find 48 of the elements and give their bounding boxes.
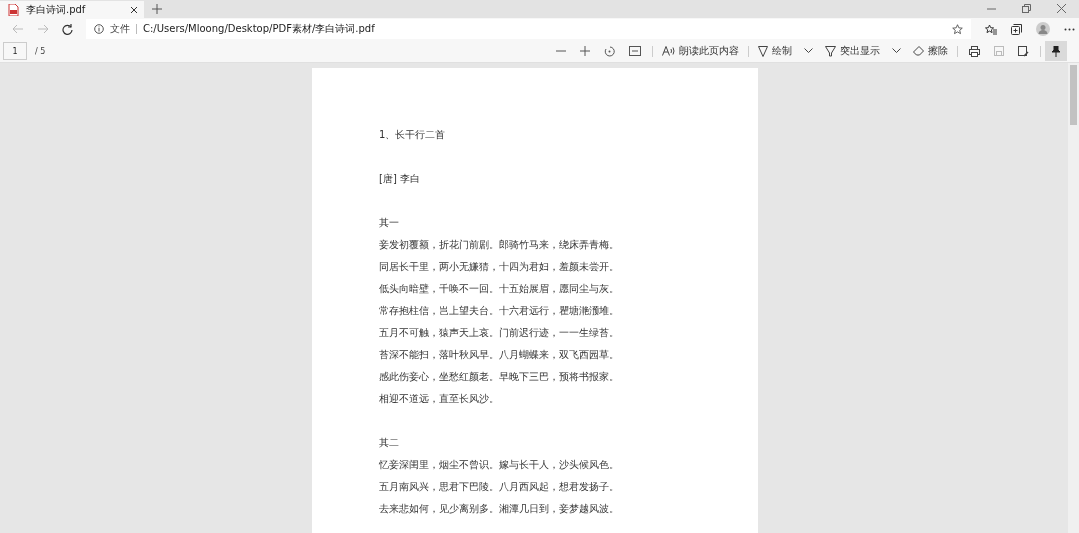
new-tab-icon[interactable] xyxy=(152,4,162,14)
poem-line: 常存抱柱信，岂上望夫台。十六君远行，瞿塘滟滪堆。 xyxy=(379,304,620,318)
close-icon[interactable] xyxy=(130,5,138,14)
read-aloud-icon xyxy=(662,46,675,56)
fit-page-icon[interactable] xyxy=(629,46,641,56)
poem-line: 苔深不能扫，落叶秋风早。八月蝴蝶来，双飞西园草。 xyxy=(379,348,620,362)
save-as-icon[interactable] xyxy=(1018,45,1029,57)
section-title: 其二 xyxy=(379,436,400,450)
highlight-button[interactable]: 突出显示 xyxy=(820,44,885,58)
tab-title: 李白诗词.pdf xyxy=(26,2,87,17)
poem-line: 同居长干里，两小无嫌猜，十四为君妇，羞颜未尝开。 xyxy=(379,260,620,274)
erase-button[interactable]: 擦除 xyxy=(908,44,953,58)
star-icon[interactable] xyxy=(952,23,963,35)
avatar-icon[interactable] xyxy=(1036,22,1050,36)
chevron-down-icon[interactable] xyxy=(804,48,813,54)
poem-line: 感此伤妾心，坐愁红颜老。早晚下三巴，预将书报家。 xyxy=(379,370,620,384)
favorites-icon[interactable] xyxy=(985,23,997,35)
page-total: / 5 xyxy=(35,46,46,56)
poem-line: 去来悲如何，见少离别多。湘潭几日到，妾梦越风波。 xyxy=(379,502,620,516)
chevron-down-icon[interactable] xyxy=(892,48,901,54)
address-field[interactable]: 文件 C:/Users/Mloong/Desktop/PDF素材/李白诗词.pdf xyxy=(86,19,971,39)
restore-icon[interactable] xyxy=(1022,4,1031,13)
page-number-field[interactable]: 1 xyxy=(3,42,27,60)
rotate-icon[interactable] xyxy=(604,45,615,57)
more-icon[interactable] xyxy=(1064,27,1075,31)
draw-button[interactable]: 绘制 xyxy=(753,44,797,58)
collections-icon[interactable] xyxy=(1011,23,1022,35)
url-text: C:/Users/Mloong/Desktop/PDF素材/李白诗词.pdf xyxy=(143,22,375,36)
poem-line: 五月不可触，猿声天上哀。门前迟行迹，一一生绿苔。 xyxy=(379,326,620,340)
pin-icon xyxy=(1051,45,1061,57)
pdf-file-icon xyxy=(8,3,19,16)
poem-line: 相迎不道远，直至长风沙。 xyxy=(379,392,500,406)
info-icon xyxy=(94,24,104,34)
poem-author: [唐] 李白 xyxy=(379,172,421,186)
read-aloud-button[interactable]: 朗读此页内容 xyxy=(657,44,744,58)
scheme-label: 文件 xyxy=(110,22,130,36)
pin-toolbar-button[interactable] xyxy=(1045,41,1067,61)
refresh-icon[interactable] xyxy=(62,23,73,35)
browser-tab[interactable]: 李白诗词.pdf xyxy=(0,1,144,18)
print-icon[interactable] xyxy=(969,45,980,57)
poem-line: 忆妾深闺里，烟尘不曾识。嫁与长干人，沙头候风色。 xyxy=(379,458,620,472)
poem-line: 妾发初覆额，折花门前剧。郎骑竹马来，绕床弄青梅。 xyxy=(379,238,620,252)
section-title: 其一 xyxy=(379,216,400,230)
poem-heading: 1、长干行二首 xyxy=(379,128,447,142)
poem-line: 低头向暗壁，千唤不一回。十五始展眉，愿同尘与灰。 xyxy=(379,282,620,296)
zoom-in-icon[interactable] xyxy=(580,46,590,56)
scrollbar[interactable] xyxy=(1068,63,1079,533)
poem-line: 五月南风兴，思君下巴陵。八月西风起，想君发扬子。 xyxy=(379,480,620,494)
